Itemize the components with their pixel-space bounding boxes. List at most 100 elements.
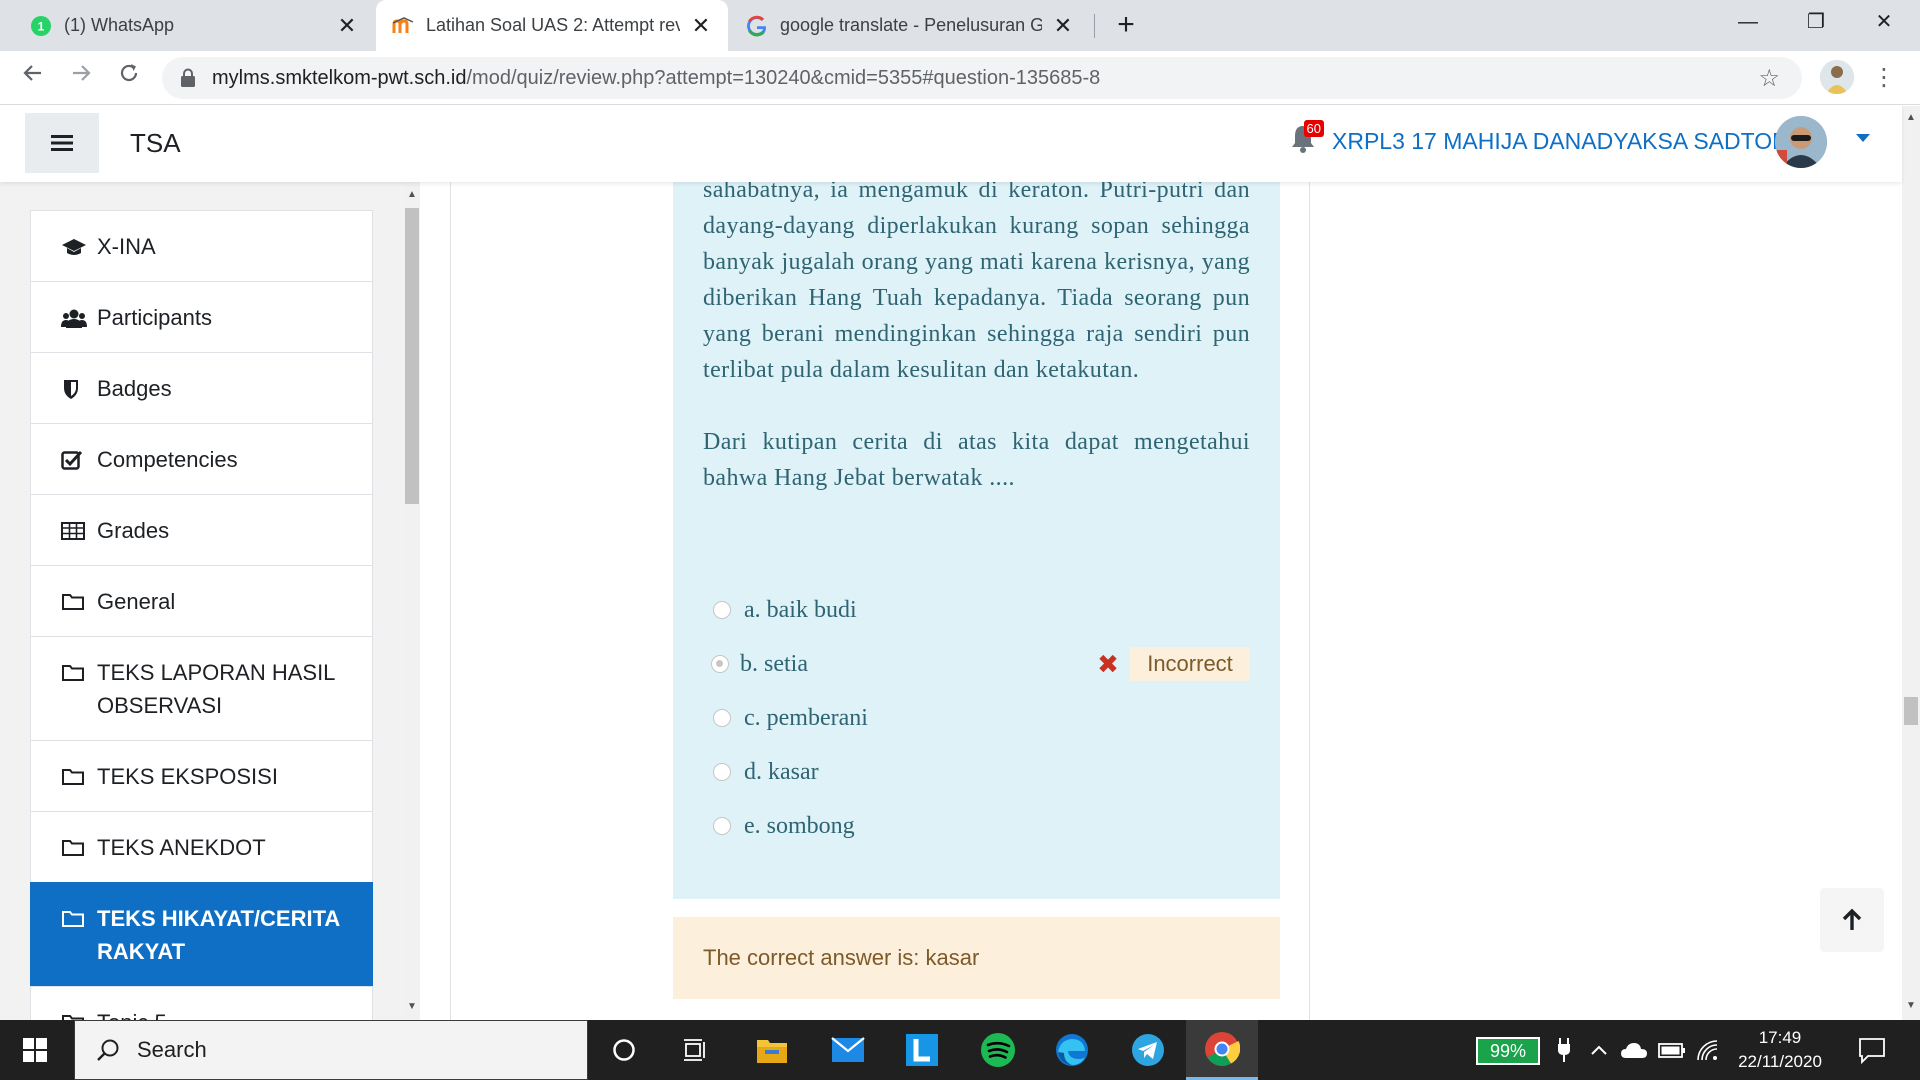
drawer-item-teks-laporan[interactable]: TEKS LAPORAN HASIL OBSERVASI [30,636,373,740]
close-icon[interactable]: ✕ [690,13,712,39]
url-host: mylms.smktelkom-pwt.sch.id [212,66,467,89]
close-icon[interactable]: ✕ [1052,13,1074,39]
mail-icon[interactable] [812,1020,884,1080]
clock-time: 17:49 [1758,1028,1802,1047]
users-icon [61,301,87,334]
spotify-icon[interactable] [962,1020,1034,1080]
user-name[interactable]: XRPL3 17 MAHIJA DANADYAKSA SADTOMO [1332,128,1809,155]
lms-app-icon[interactable] [886,1020,958,1080]
minimize-button[interactable]: — [1718,0,1778,44]
page-scrollbar[interactable] [1902,106,1920,1020]
answer-option-a[interactable]: a. baik budi [713,590,857,630]
battery-indicator[interactable]: 99% [1476,1037,1540,1065]
answer-option-e[interactable]: e. sombong [713,806,855,846]
scroll-down-arrow-icon[interactable]: ▼ [407,1002,417,1012]
user-avatar[interactable] [1775,116,1827,168]
drawer-item-label: TEKS LAPORAN HASIL OBSERVASI [97,660,335,718]
folder-icon [61,585,87,618]
drawer-item-participants[interactable]: Participants [30,281,373,352]
shield-icon [61,372,87,405]
table-icon [61,514,87,547]
site-brand[interactable]: TSA [130,128,181,159]
url-path: /mod/quiz/review.php?attempt=130240&cmid… [466,66,1101,89]
folder-icon [61,831,87,864]
page-scrollbar-thumb[interactable] [1904,697,1918,725]
incorrect-x-icon: ✖ [1097,649,1119,679]
lock-icon [181,68,195,87]
telegram-icon[interactable] [1112,1020,1184,1080]
scroll-up-arrow-icon[interactable]: ▲ [1905,112,1917,123]
drawer-item-teks-eksposisi[interactable]: TEKS EKSPOSISI [30,740,373,811]
back-to-top-button[interactable] [1820,888,1884,952]
scroll-down-arrow-icon[interactable]: ▼ [1905,1000,1917,1011]
back-button[interactable] [14,59,52,97]
drawer-scrollbar-thumb[interactable] [405,208,419,504]
tab-quiz-review[interactable]: Latihan Soal UAS 2: Attempt revi ✕ [376,0,728,51]
reload-button[interactable] [110,59,148,97]
tab-google-translate[interactable]: google translate - Penelusuran G ✕ [730,0,1090,51]
correct-answer-feedback: The correct answer is: kasar [673,917,1280,999]
main-content: sahabatnya, ia mengamuk di keraton. Putr… [450,182,1310,1020]
graduation-cap-icon [61,230,87,263]
back-arrow-icon [23,65,41,81]
radio-button[interactable] [713,763,731,781]
notification-bell-icon[interactable]: 60 [1290,120,1324,158]
question-text: sahabatnya, ia mengamuk di keraton. Putr… [703,182,1250,496]
drawer-item-topic-5[interactable]: Topic 5 [30,986,373,1020]
chrome-icon[interactable] [1186,1020,1258,1080]
address-bar[interactable]: mylms.smktelkom-pwt.sch.id/mod/quiz/revi… [162,57,1802,99]
radio-button-selected[interactable] [711,655,729,673]
scroll-up-arrow-icon[interactable]: ▲ [407,190,417,200]
bookmark-star-icon[interactable]: ☆ [1758,64,1780,93]
tab-whatsapp[interactable]: 1 (1) WhatsApp ✕ [14,0,374,51]
taskbar-clock[interactable]: 17:49 22/11/2020 [1728,1026,1832,1074]
google-icon [746,15,768,37]
restore-button[interactable]: ❐ [1786,0,1846,44]
close-icon[interactable]: ✕ [336,13,358,39]
answer-option-d[interactable]: d. kasar [713,752,819,792]
edge-icon[interactable] [1036,1020,1108,1080]
task-view-icon[interactable] [660,1020,732,1080]
file-explorer-icon[interactable] [736,1020,808,1080]
chevron-up-icon[interactable] [1590,1020,1608,1080]
drawer-item-badges[interactable]: Badges [30,352,373,423]
radio-button[interactable] [713,817,731,835]
answer-option-b[interactable]: b. setia [711,644,808,684]
onedrive-icon[interactable] [1620,1020,1648,1080]
drawer-item-competencies[interactable]: Competencies [30,423,373,494]
drawer-item-label: Participants [97,305,212,330]
answer-label: c. pemberani [744,704,868,731]
notification-count: 60 [1303,120,1324,137]
answer-label: e. sombong [744,812,855,839]
new-tab-button[interactable]: + [1108,8,1144,44]
windows-logo-icon [23,1038,47,1062]
drawer-item-grades[interactable]: Grades [30,494,373,565]
drawer-item-general[interactable]: General [30,565,373,636]
cortana-icon[interactable] [588,1020,660,1080]
drawer-toggle-button[interactable] [25,113,99,173]
wifi-icon[interactable] [1696,1020,1718,1080]
close-window-button[interactable]: ✕ [1854,0,1914,44]
drawer-item-teks-hikayat[interactable]: TEKS HIKAYAT/CERITA RAKYAT [30,882,373,986]
power-plug-icon[interactable] [1556,1020,1572,1080]
windows-taskbar: Search 99% 17:49 22/11/2020 [0,1020,1920,1080]
radio-button[interactable] [713,601,731,619]
drawer-item-teks-anekdot[interactable]: TEKS ANEKDOT [30,811,373,882]
start-button[interactable] [0,1020,70,1080]
drawer-item-label: Badges [97,376,172,401]
notification-center-icon[interactable] [1858,1036,1886,1065]
answer-label: d. kasar [744,758,819,785]
user-menu-caret-icon[interactable] [1856,134,1870,142]
checkbox-icon [61,443,87,476]
taskbar-search-box[interactable]: Search [74,1020,588,1080]
browser-profile-avatar[interactable] [1820,60,1854,94]
drawer-item-course[interactable]: X-INA [30,210,373,281]
battery-icon[interactable] [1658,1020,1686,1080]
svg-text:1: 1 [38,19,45,33]
forward-button[interactable] [62,59,100,97]
question-passage: sahabatnya, ia mengamuk di keraton. Putr… [703,182,1250,383]
incorrect-badge: Incorrect [1130,647,1250,681]
answer-option-c[interactable]: c. pemberani [713,698,868,738]
browser-menu-icon[interactable]: ⋮ [1872,59,1896,97]
radio-button[interactable] [713,709,731,727]
